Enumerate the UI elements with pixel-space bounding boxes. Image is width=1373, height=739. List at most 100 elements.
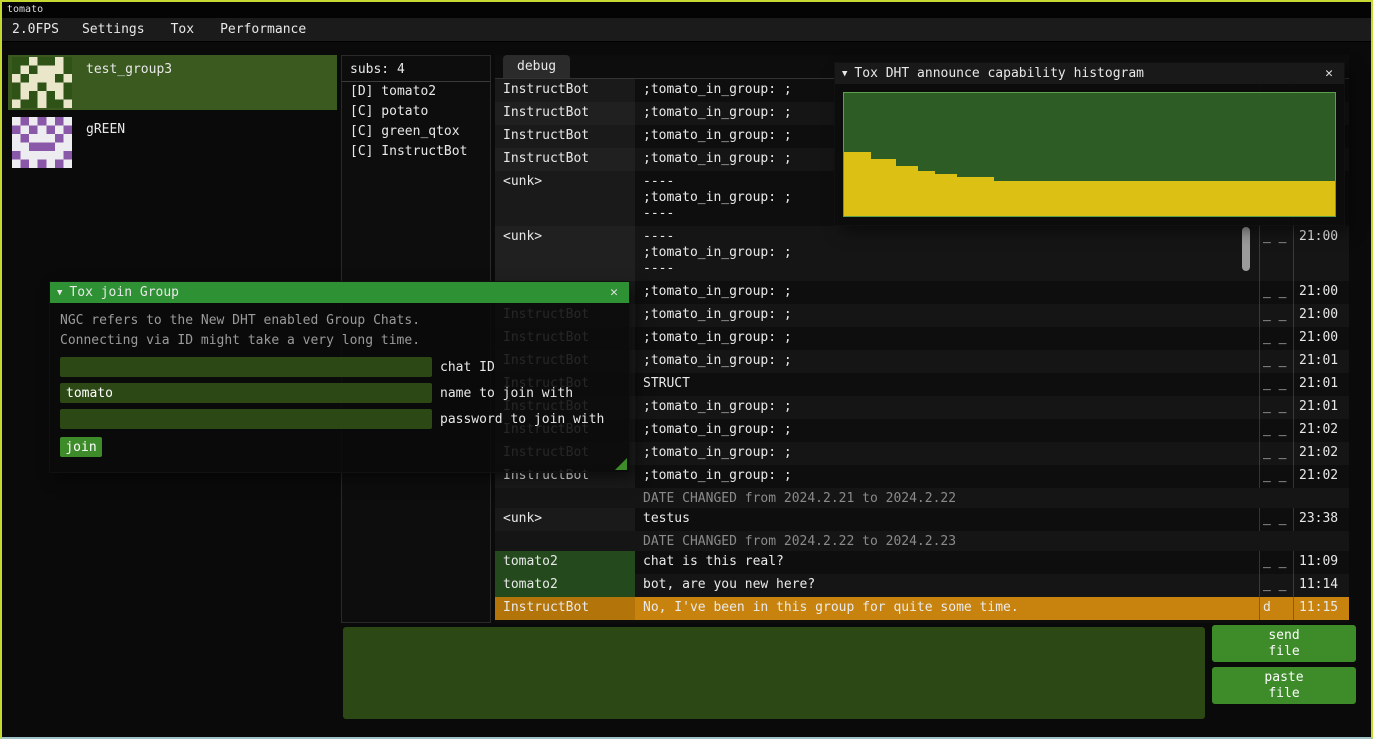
message-time: 21:00: [1293, 327, 1349, 350]
message-time: 21:02: [1293, 419, 1349, 442]
histogram-bar: [935, 174, 957, 216]
group-name: gREEN: [86, 117, 125, 137]
message-input[interactable]: [343, 627, 1205, 719]
window-title: tomato: [7, 4, 43, 15]
message-flags: _ _: [1259, 419, 1293, 442]
message-author[interactable]: <unk>: [495, 508, 635, 531]
join-group-window: ▼ Tox join Group ✕ NGC refers to the New…: [50, 282, 629, 472]
join-info-text: Connecting via ID might take a very long…: [60, 331, 619, 351]
date-separator-row: DATE CHANGED from 2024.2.22 to 2024.2.23: [495, 531, 1349, 551]
chat-id-input[interactable]: [60, 357, 432, 377]
message-text: ;tomato_in_group: ;: [635, 327, 1259, 350]
member-item[interactable]: [C] green_qtox: [342, 122, 490, 142]
message-text: ;tomato_in_group: ;: [635, 281, 1259, 304]
message-time: 21:01: [1293, 373, 1349, 396]
menu-item-settings[interactable]: Settings: [69, 18, 158, 41]
message-author[interactable]: <unk>: [495, 226, 635, 281]
histogram-bar: [994, 181, 1335, 216]
join-name-field-row: name to join with: [60, 383, 619, 403]
message-text: testus: [635, 508, 1259, 531]
message-text: STRUCT: [635, 373, 1259, 396]
message-flags: _ _: [1259, 281, 1293, 304]
message-flags: _ _: [1259, 304, 1293, 327]
group-list: test_group3 gREEN: [8, 55, 337, 175]
message-text: ;tomato_in_group: ;: [635, 419, 1259, 442]
message-flags: _ _: [1259, 551, 1293, 574]
message-flags: _ _: [1259, 350, 1293, 373]
chat-message-row: tomato2chat is this real?_ _11:09: [495, 551, 1349, 574]
message-flags: _ _: [1259, 226, 1293, 281]
date-separator-row: DATE CHANGED from 2024.2.21 to 2024.2.22: [495, 488, 1349, 508]
join-window-body: NGC refers to the New DHT enabled Group …: [50, 303, 629, 472]
message-time: 11:14: [1293, 574, 1349, 597]
message-flags: _ _: [1259, 465, 1293, 488]
member-item[interactable]: [D] tomato2: [342, 82, 490, 102]
date-changed-text: DATE CHANGED from 2024.2.22 to 2024.2.23: [495, 534, 956, 549]
message-author[interactable]: tomato2: [495, 551, 635, 574]
join-window-titlebar[interactable]: ▼ Tox join Group ✕: [50, 282, 629, 303]
resize-grip[interactable]: [615, 458, 627, 470]
message-time: 21:00: [1293, 226, 1349, 281]
menu-bar: 2.0FPS Settings Tox Performance: [2, 18, 1371, 42]
message-author[interactable]: tomato2: [495, 574, 635, 597]
histogram-bar: [844, 152, 871, 216]
menu-item-performance[interactable]: Performance: [207, 18, 319, 41]
message-text: bot, are you new here?: [635, 574, 1259, 597]
message-flags: _ _: [1259, 508, 1293, 531]
message-text: ;tomato_in_group: ;: [635, 442, 1259, 465]
histogram-window-titlebar[interactable]: ▼ Tox DHT announce capability histogram …: [835, 63, 1344, 84]
paste-file-button[interactable]: paste file: [1212, 667, 1356, 704]
group-avatar: [12, 117, 72, 168]
message-flags: _ _: [1259, 574, 1293, 597]
message-text: ;tomato_in_group: ;: [635, 396, 1259, 419]
message-time: 11:15: [1293, 597, 1349, 620]
histogram-plot: [843, 92, 1336, 217]
chat-scrollbar[interactable]: [1242, 227, 1250, 271]
message-time: 21:01: [1293, 350, 1349, 373]
join-window-title: Tox join Group: [69, 285, 599, 300]
message-time: 21:00: [1293, 281, 1349, 304]
message-author[interactable]: InstructBot: [495, 597, 635, 620]
message-time: 21:00: [1293, 304, 1349, 327]
message-text: No, I've been in this group for quite so…: [635, 597, 1259, 620]
group-item-test-group3[interactable]: test_group3: [8, 55, 337, 110]
message-text: chat is this real?: [635, 551, 1259, 574]
message-text: ;tomato_in_group: ;: [635, 304, 1259, 327]
message-author[interactable]: InstructBot: [495, 102, 635, 125]
menu-item-tox[interactable]: Tox: [158, 18, 207, 41]
chat-id-field-row: chat ID: [60, 357, 619, 377]
join-name-input[interactable]: [60, 383, 432, 403]
histogram-bar: [896, 166, 918, 216]
join-name-label: name to join with: [440, 386, 573, 401]
chat-message-row: <unk>----;tomato_in_group: ;----_ _21:00: [495, 226, 1349, 281]
message-flags: _ _: [1259, 396, 1293, 419]
histogram-window-title: Tox DHT announce capability histogram: [854, 66, 1314, 81]
message-author[interactable]: InstructBot: [495, 125, 635, 148]
join-button[interactable]: join: [60, 437, 102, 457]
group-avatar: [12, 57, 72, 108]
tab-debug[interactable]: debug: [503, 55, 570, 78]
collapse-arrow-icon[interactable]: ▼: [57, 288, 62, 298]
join-info-text: NGC refers to the New DHT enabled Group …: [60, 311, 619, 331]
message-time: 21:02: [1293, 442, 1349, 465]
histogram-bar: [918, 171, 935, 217]
member-item[interactable]: [C] InstructBot: [342, 142, 490, 162]
message-author[interactable]: InstructBot: [495, 79, 635, 102]
send-file-button[interactable]: send file: [1212, 625, 1356, 662]
histogram-window: ▼ Tox DHT announce capability histogram …: [835, 63, 1344, 225]
chat-id-label: chat ID: [440, 360, 495, 375]
join-password-input[interactable]: [60, 409, 432, 429]
histogram-bar: [957, 177, 994, 216]
fps-counter: 2.0FPS: [2, 18, 69, 41]
close-icon[interactable]: ✕: [1321, 66, 1337, 81]
close-icon[interactable]: ✕: [606, 285, 622, 300]
message-time: 21:02: [1293, 465, 1349, 488]
message-author[interactable]: InstructBot: [495, 148, 635, 171]
group-item-green[interactable]: gREEN: [8, 115, 337, 170]
member-item[interactable]: [C] potato: [342, 102, 490, 122]
chat-message-row: tomato2bot, are you new here?_ _11:14: [495, 574, 1349, 597]
message-text: ----;tomato_in_group: ;----: [635, 226, 1259, 281]
collapse-arrow-icon[interactable]: ▼: [842, 69, 847, 79]
member-list: [D] tomato2[C] potato[C] green_qtox[C] I…: [342, 82, 490, 162]
message-author[interactable]: <unk>: [495, 171, 635, 226]
